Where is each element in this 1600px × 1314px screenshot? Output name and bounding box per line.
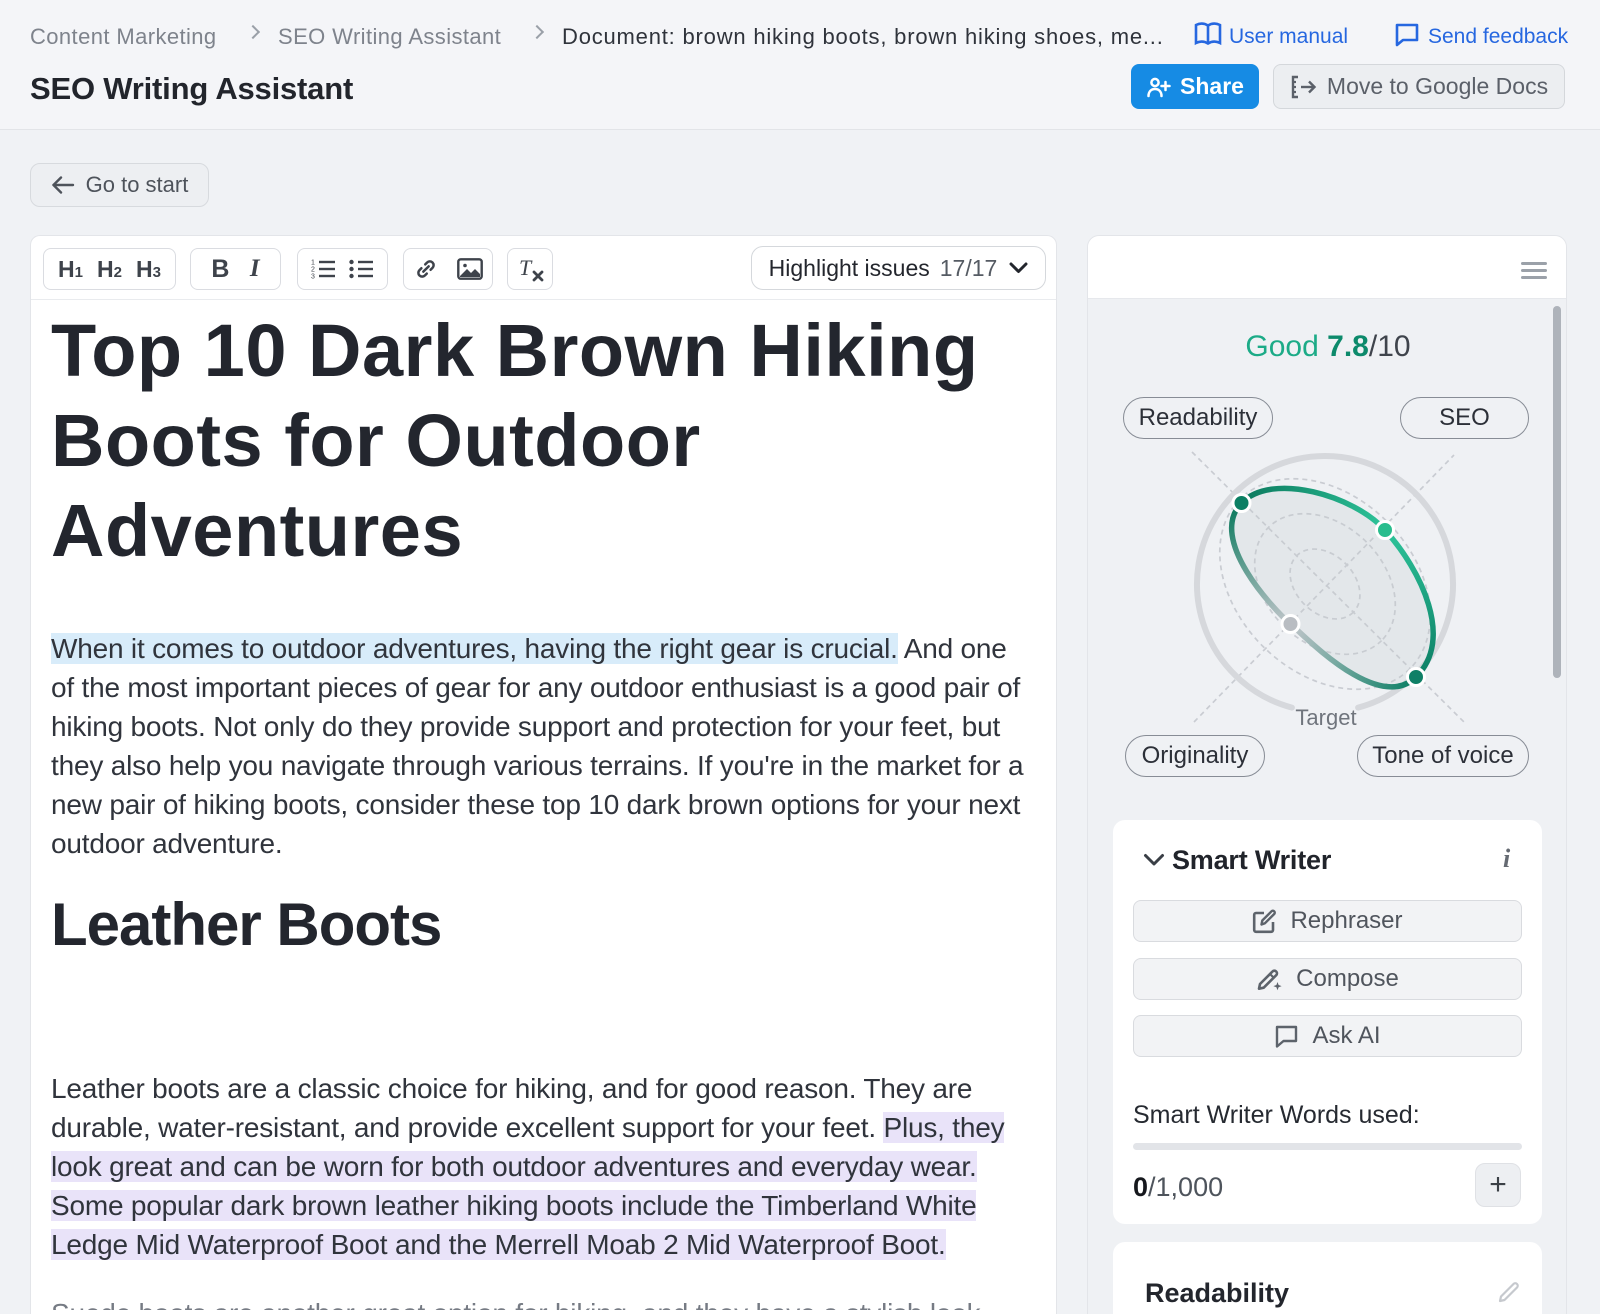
svg-text:3: 3 (311, 274, 315, 281)
svg-text:2: 2 (311, 267, 315, 274)
svg-text:T: T (519, 256, 533, 280)
svg-text:1: 1 (311, 260, 315, 267)
